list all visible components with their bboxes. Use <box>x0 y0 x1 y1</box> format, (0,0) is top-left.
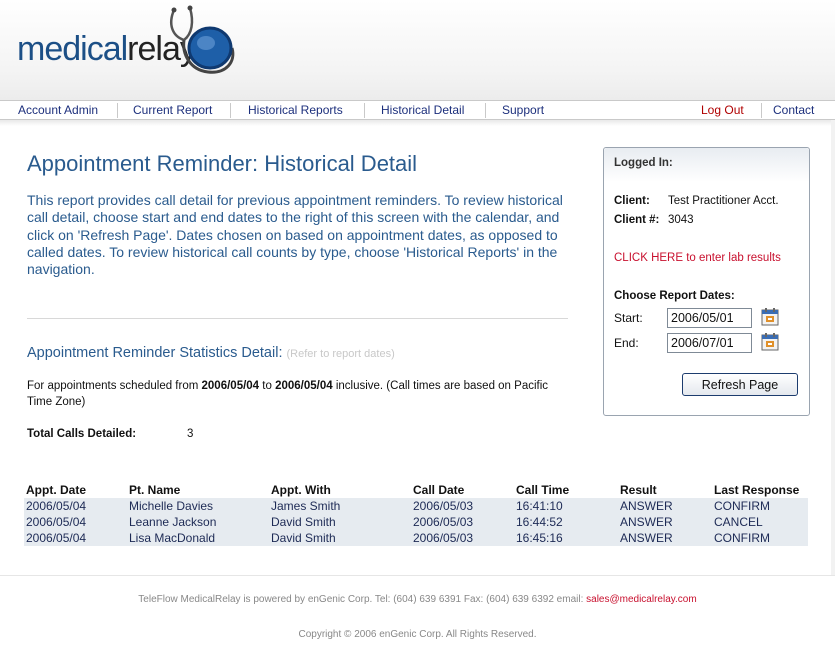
calendar-icon[interactable] <box>761 332 779 351</box>
panel-title: Logged In: <box>614 157 673 169</box>
col-call-date: Call Date <box>413 483 465 497</box>
col-result: Result <box>620 483 657 497</box>
powered-by-text: TeleFlow MedicalRelay is powered by enGe… <box>138 594 697 605</box>
stats-title: Appointment Reminder Statistics Detail: <box>27 345 283 361</box>
section-divider <box>27 318 568 319</box>
col-call-time: Call Time <box>516 483 570 497</box>
nav-support[interactable]: Support <box>502 103 544 117</box>
start-date-input[interactable] <box>667 308 752 328</box>
nav-historical-detail[interactable]: Historical Detail <box>381 103 464 117</box>
lab-results-link[interactable]: CLICK HERE to enter lab results <box>614 252 781 264</box>
stats-section-title: Appointment Reminder Statistics Detail: … <box>27 345 395 361</box>
table-row: 2006/05/04 Leanne Jackson David Smith 20… <box>24 514 808 530</box>
choose-dates-label: Choose Report Dates: <box>614 290 735 302</box>
start-label: Start: <box>614 311 643 325</box>
nav-historical-reports[interactable]: Historical Reports <box>248 103 343 117</box>
page-title: Appointment Reminder: Historical Detail <box>27 151 418 176</box>
nav-shadow <box>0 120 835 126</box>
col-last-response: Last Response <box>714 483 800 497</box>
nav-current-report[interactable]: Current Report <box>133 103 212 117</box>
site-footer: TeleFlow MedicalRelay is powered by enGe… <box>0 575 835 672</box>
client-value: Test Practitioner Acct. <box>668 195 779 207</box>
refresh-page-button[interactable]: Refresh Page <box>682 373 798 396</box>
client-label: Client: <box>614 195 650 207</box>
table-row: 2006/05/04 Michelle Davies James Smith 2… <box>24 498 808 514</box>
logged-in-panel: Logged In: Client: Test Practitioner Acc… <box>603 147 810 416</box>
to-date: 2006/05/04 <box>275 380 333 392</box>
from-date: 2006/05/04 <box>201 380 260 392</box>
calendar-icon[interactable] <box>761 307 779 326</box>
call-detail-table: Appt. Date Pt. Name Appt. With Call Date… <box>24 482 808 546</box>
copyright-text: Copyright © 2006 enGenic Corp. All Right… <box>298 629 537 640</box>
end-label: End: <box>614 336 639 350</box>
nav-divider <box>761 103 762 118</box>
nav-log-out[interactable]: Log Out <box>701 103 744 117</box>
schedule-summary: For appointments scheduled from 2006/05/… <box>27 380 549 408</box>
sales-email-link[interactable]: sales@medicalrelay.com <box>586 594 697 605</box>
nav-account-admin[interactable]: Account Admin <box>18 103 98 117</box>
col-appt-date: Appt. Date <box>26 483 86 497</box>
nav-divider <box>485 103 486 118</box>
end-date-input[interactable] <box>667 333 752 353</box>
table-row: 2006/05/04 Lisa MacDonald David Smith 20… <box>24 530 808 546</box>
page-intro: This report provides call detail for pre… <box>27 192 563 278</box>
col-appt-with: Appt. With <box>271 483 331 497</box>
total-calls-label: Total Calls Detailed: <box>27 428 137 440</box>
stethoscope-icon <box>170 5 235 74</box>
table-header-row: Appt. Date Pt. Name Appt. With Call Date… <box>24 482 808 498</box>
client-number-value: 3043 <box>668 214 694 226</box>
nav-divider <box>117 103 118 118</box>
nav-divider <box>364 103 365 118</box>
client-number-label: Client #: <box>614 214 660 226</box>
nav-contact[interactable]: Contact <box>773 103 814 117</box>
site-header: medicalrelay <box>0 0 835 100</box>
main-nav: Account Admin Current Report Historical … <box>0 100 835 120</box>
nav-divider <box>230 103 231 118</box>
stats-note: (Refer to report dates) <box>286 348 395 360</box>
col-pt-name: Pt. Name <box>129 483 181 497</box>
total-calls-value: 3 <box>187 428 194 440</box>
